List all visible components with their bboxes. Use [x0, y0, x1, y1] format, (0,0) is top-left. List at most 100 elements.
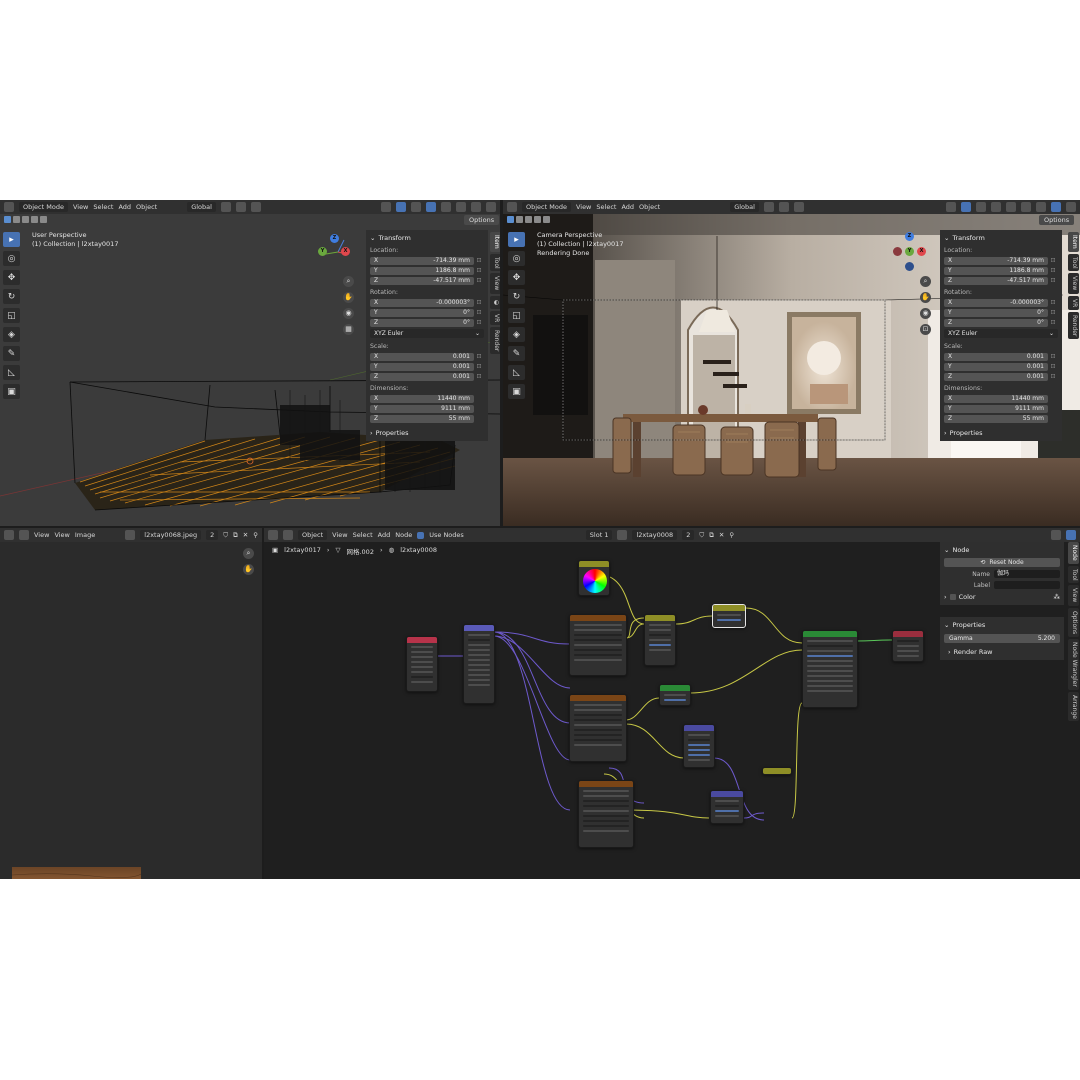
ortho-grid-icon[interactable]: ▦: [343, 324, 354, 335]
lock-icon[interactable]: ⊡: [474, 363, 484, 370]
image-name-field[interactable]: l2xtay0068.jpeg: [140, 530, 202, 540]
lock-icon[interactable]: ⊡: [1048, 363, 1058, 370]
menu-view-mode[interactable]: View: [34, 531, 49, 539]
select-invert-icon[interactable]: [31, 216, 38, 223]
node-gamma[interactable]: [712, 604, 746, 628]
measure-tool-icon[interactable]: ◺: [508, 365, 525, 380]
rotation-x-row[interactable]: X -0.000003° ⊡: [944, 298, 1058, 307]
dimensions-x-row[interactable]: X 11440 mm: [370, 394, 484, 403]
image-editor[interactable]: View View Image l2xtay0068.jpeg 2 ⛉ ⧉ ✕ …: [0, 528, 262, 879]
node-texture-coordinate[interactable]: [406, 636, 438, 692]
tab-view[interactable]: View: [490, 273, 500, 294]
dimensions-z-row[interactable]: Z 55 mm: [370, 414, 484, 423]
visibility-icon[interactable]: [381, 202, 391, 212]
camera-view-icon[interactable]: ◉: [343, 308, 354, 319]
tab-render[interactable]: Render: [490, 326, 500, 355]
shading-rendered-icon[interactable]: [1051, 202, 1061, 212]
transform-header[interactable]: ⌄ Transform: [944, 232, 1058, 244]
add-cube-tool-icon[interactable]: ▣: [3, 384, 20, 399]
lock-icon[interactable]: ⊡: [474, 373, 484, 380]
scale-tool-icon[interactable]: ◱: [3, 308, 20, 323]
mode-dropdown[interactable]: Object Mode: [522, 202, 571, 212]
location-x-row[interactable]: X -714.39 mm ⊡: [944, 256, 1058, 265]
render-raw-header[interactable]: › Render Raw: [944, 646, 1060, 658]
node-principled-bsdf[interactable]: [802, 630, 858, 708]
tab-item[interactable]: Item: [1068, 232, 1079, 252]
tab-addon-icon[interactable]: ◐: [490, 295, 500, 309]
scale-y-row[interactable]: Y 0.001 ⊡: [944, 362, 1058, 371]
pivot-icon[interactable]: [220, 202, 231, 212]
node-hue-saturation[interactable]: [659, 684, 691, 706]
orientation-dropdown[interactable]: Global: [187, 202, 216, 212]
properties-panel-header[interactable]: ⌄ Properties: [944, 619, 1060, 631]
select-intersect-icon[interactable]: [40, 216, 47, 223]
new-image-icon[interactable]: ⧉: [233, 531, 238, 540]
transform-tool-icon[interactable]: ◈: [508, 327, 525, 342]
lock-icon[interactable]: ⊡: [1048, 267, 1058, 274]
rotate-tool-icon[interactable]: ↻: [508, 289, 525, 304]
lock-icon[interactable]: ⊡: [1048, 319, 1058, 326]
shader-editor[interactable]: Object View Select Add Node Use Nodes Sl…: [264, 528, 1080, 879]
lock-icon[interactable]: ⊡: [1048, 353, 1058, 360]
shading-wireframe-icon[interactable]: [1006, 202, 1016, 212]
lock-camera-icon[interactable]: ⊡: [920, 324, 931, 335]
dimensions-y-row[interactable]: Y 9111 mm: [370, 404, 484, 413]
rotation-x-row[interactable]: X -0.000003° ⊡: [370, 298, 484, 307]
lock-icon[interactable]: ⊡: [1048, 309, 1058, 316]
node-bump-visible[interactable]: [683, 724, 715, 768]
pan-hand-icon[interactable]: ✋: [243, 564, 254, 575]
pause-render-icon[interactable]: [1066, 202, 1076, 212]
tab-view[interactable]: View: [1068, 273, 1079, 294]
transform-tool-icon[interactable]: ◈: [3, 327, 20, 342]
lock-icon[interactable]: ⊡: [474, 299, 484, 306]
tab-tool[interactable]: Tool: [1068, 565, 1079, 584]
lock-icon[interactable]: ⊡: [1048, 373, 1058, 380]
select-extend-icon[interactable]: [13, 216, 20, 223]
shading-rendered-icon[interactable]: [486, 202, 496, 212]
menu-select[interactable]: Select: [596, 203, 616, 211]
reset-node-button[interactable]: ⟲ Reset Node: [944, 558, 1060, 567]
scale-x-row[interactable]: X 0.001 ⊡: [370, 352, 484, 361]
menu-view[interactable]: View: [73, 203, 88, 211]
xray-icon[interactable]: [426, 202, 436, 212]
select-invert-icon[interactable]: [534, 216, 541, 223]
select-box-tool-icon[interactable]: ▸: [3, 232, 20, 247]
lock-icon[interactable]: ⊡: [474, 267, 484, 274]
node-mix-small[interactable]: [762, 767, 792, 775]
scale-tool-icon[interactable]: ◱: [508, 308, 525, 323]
node-mapping[interactable]: [463, 624, 495, 704]
annotate-tool-icon[interactable]: ✎: [3, 346, 20, 361]
annotate-tool-icon[interactable]: ✎: [508, 346, 525, 361]
location-x-row[interactable]: X -714.39 mm ⊡: [370, 256, 484, 265]
color-wheel-icon[interactable]: [583, 569, 607, 593]
tab-node-wrangler[interactable]: Node Wrangler: [1068, 638, 1079, 690]
node-name-input[interactable]: 伽玛: [994, 570, 1060, 578]
lock-icon[interactable]: ⊡: [1048, 277, 1058, 284]
select-intersect-icon[interactable]: [543, 216, 550, 223]
node-panel-header[interactable]: ⌄ Node: [944, 544, 1060, 556]
lock-icon[interactable]: ⊡: [474, 309, 484, 316]
select-mode-icon[interactable]: [4, 216, 11, 223]
snap-icon[interactable]: [235, 202, 246, 212]
snap-icon[interactable]: [778, 202, 789, 212]
location-y-row[interactable]: Y 1186.8 mm ⊡: [944, 266, 1058, 275]
menu-add[interactable]: Add: [118, 203, 131, 211]
node-image-texture-1[interactable]: [569, 614, 627, 676]
menu-view[interactable]: View: [576, 203, 591, 211]
rotation-y-row[interactable]: Y 0° ⊡: [370, 308, 484, 317]
fake-user-icon[interactable]: ⛉: [223, 531, 228, 540]
scale-z-row[interactable]: Z 0.001 ⊡: [370, 372, 484, 381]
tab-vr[interactable]: VR: [1068, 295, 1079, 310]
color-subpanel-header[interactable]: › Color ⁂: [944, 591, 1060, 603]
overlay-icon[interactable]: [976, 202, 986, 212]
gizmo-y-icon[interactable]: Y: [318, 247, 327, 256]
navigation-gizmo[interactable]: Z X Y: [889, 232, 929, 272]
options-button[interactable]: Options: [464, 215, 500, 225]
view-mode-icon[interactable]: [19, 530, 29, 540]
xray-icon[interactable]: [991, 202, 1001, 212]
shading-wireframe-icon[interactable]: [441, 202, 451, 212]
proportional-edit-icon[interactable]: [793, 202, 804, 212]
move-tool-icon[interactable]: ✥: [508, 270, 525, 285]
select-extend-icon[interactable]: [516, 216, 523, 223]
location-z-row[interactable]: Z -47.517 mm ⊡: [944, 276, 1058, 285]
